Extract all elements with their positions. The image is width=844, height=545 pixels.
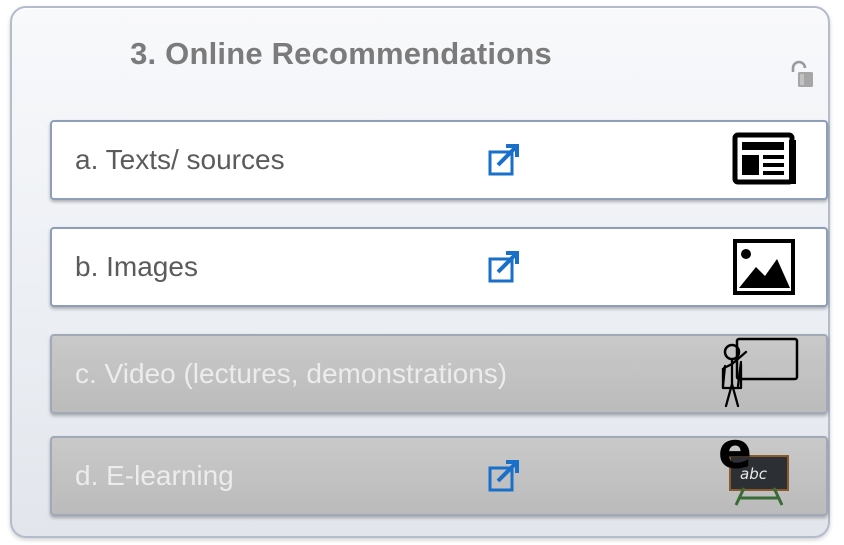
item-label: a. Texts/ sources	[75, 144, 285, 175]
item-e-learning[interactable]: d. E-learning abc e	[50, 422, 828, 516]
item-texts-sources[interactable]: a. Texts/ sources	[50, 120, 828, 200]
unlocked-padlock-icon[interactable]	[790, 59, 814, 89]
online-recommendations-panel: 3. Online Recommendations a. Texts/ sour…	[10, 6, 830, 538]
panel-title: 3. Online Recommendations	[130, 36, 552, 71]
item-images[interactable]: b. Images	[50, 227, 828, 307]
item-video[interactable]: c. Video (lectures, demonstrations)	[50, 334, 828, 414]
image-icon	[733, 239, 795, 295]
open-external-icon[interactable]	[485, 456, 525, 496]
newspaper-icon	[732, 132, 796, 185]
item-label: c. Video (lectures, demonstrations)	[75, 358, 508, 389]
item-label: b. Images	[75, 251, 198, 282]
item-label: d. E-learning	[75, 460, 234, 491]
svg-text:e: e	[718, 422, 752, 480]
e-learning-chalkboard-icon: abc e	[718, 422, 789, 506]
open-external-icon[interactable]	[485, 140, 525, 180]
open-external-icon[interactable]	[485, 247, 525, 287]
presenter-at-board-icon	[721, 337, 799, 408]
